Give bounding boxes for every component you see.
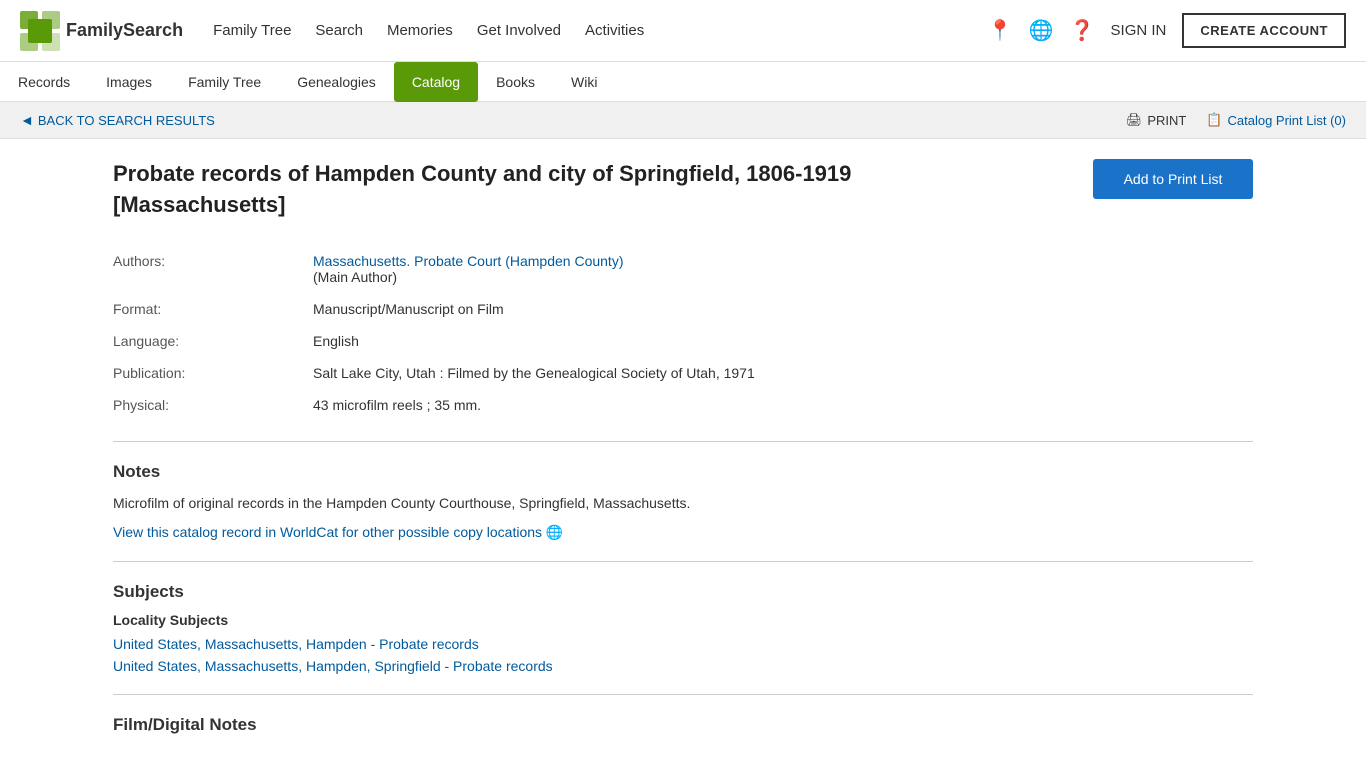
nav-activities[interactable]: Activities [585, 18, 644, 43]
nav-family-tree[interactable]: Family Tree [213, 18, 291, 43]
nav-memories[interactable]: Memories [387, 18, 453, 43]
author-link[interactable]: Massachusetts. Probate Court (Hampden Co… [313, 253, 623, 269]
field-label-authors: Authors: [113, 245, 313, 293]
chevron-left-icon: ◄ [20, 112, 34, 128]
sign-in-link[interactable]: SIGN IN [1111, 22, 1167, 39]
create-account-button[interactable]: CREATE ACCOUNT [1182, 13, 1346, 48]
back-label: BACK TO SEARCH RESULTS [38, 113, 215, 128]
metadata-table: Authors: Massachusetts. Probate Court (H… [113, 245, 1253, 421]
film-section: Film/Digital Notes [113, 715, 1253, 735]
subjects-title: Subjects [113, 582, 1253, 602]
tab-catalog[interactable]: Catalog [394, 62, 478, 102]
divider-1 [113, 441, 1253, 442]
add-to-print-button[interactable]: Add to Print List [1093, 159, 1253, 199]
site-header: FamilySearch Family Tree Search Memories… [0, 0, 1366, 62]
catalog-print-link[interactable]: 📋 Catalog Print List (0) [1206, 112, 1346, 128]
printer-icon: 🖨 [1126, 112, 1143, 128]
nav-search[interactable]: Search [315, 18, 363, 43]
table-row: Format: Manuscript/Manuscript on Film [113, 293, 1253, 325]
table-row: Language: English [113, 325, 1253, 357]
record-title: Probate records of Hampden County and ci… [113, 159, 933, 221]
header-right: 📍 🌐 ❓ SIGN IN CREATE ACCOUNT [988, 13, 1346, 48]
subject-link-1[interactable]: United States, Massachusetts, Hampden - … [113, 636, 1253, 652]
field-label-language: Language: [113, 325, 313, 357]
print-label: PRINT [1147, 113, 1186, 128]
subjects-section: Subjects Locality Subjects United States… [113, 582, 1253, 674]
tab-genealogies[interactable]: Genealogies [279, 62, 394, 102]
nav-get-involved[interactable]: Get Involved [477, 18, 561, 43]
tab-wiki[interactable]: Wiki [553, 62, 615, 102]
secondary-nav: Records Images Family Tree Genealogies C… [0, 62, 1366, 102]
record-header: Probate records of Hampden County and ci… [113, 159, 1253, 221]
table-row: Publication: Salt Lake City, Utah : Film… [113, 357, 1253, 389]
author-role: (Main Author) [313, 269, 397, 285]
notes-section: Notes Microfilm of original records in t… [113, 462, 1253, 541]
locality-subjects-title: Locality Subjects [113, 612, 1253, 628]
list-icon: 📋 [1206, 112, 1222, 128]
field-label-publication: Publication: [113, 357, 313, 389]
divider-3 [113, 694, 1253, 695]
globe-icon[interactable]: 🌐 [1029, 18, 1054, 43]
field-label-physical: Physical: [113, 389, 313, 421]
table-row: Authors: Massachusetts. Probate Court (H… [113, 245, 1253, 293]
notes-title: Notes [113, 462, 1253, 482]
worldcat-link[interactable]: View this catalog record in WorldCat for… [113, 524, 563, 540]
catalog-print-label: Catalog Print List (0) [1228, 113, 1347, 128]
help-icon[interactable]: ❓ [1070, 18, 1095, 43]
logo-link[interactable]: FamilySearch [20, 11, 183, 51]
table-row: Physical: 43 microfilm reels ; 35 mm. [113, 389, 1253, 421]
globe-small-icon: 🌐 [546, 524, 563, 540]
location-icon[interactable]: 📍 [988, 18, 1013, 43]
film-title: Film/Digital Notes [113, 715, 1253, 735]
field-label-format: Format: [113, 293, 313, 325]
worldcat-link-text: View this catalog record in WorldCat for… [113, 524, 542, 540]
subject-link-2[interactable]: United States, Massachusetts, Hampden, S… [113, 658, 1253, 674]
primary-nav: Family Tree Search Memories Get Involved… [213, 18, 988, 43]
tab-images[interactable]: Images [88, 62, 170, 102]
field-value-publication: Salt Lake City, Utah : Filmed by the Gen… [313, 357, 1253, 389]
field-value-format: Manuscript/Manuscript on Film [313, 293, 1253, 325]
tab-records[interactable]: Records [0, 62, 88, 102]
breadcrumb-bar: ◄ BACK TO SEARCH RESULTS 🖨 PRINT 📋 Catal… [0, 102, 1366, 139]
breadcrumb-actions: 🖨 PRINT 📋 Catalog Print List (0) [1126, 112, 1346, 128]
tab-books[interactable]: Books [478, 62, 553, 102]
divider-2 [113, 561, 1253, 562]
field-value-physical: 43 microfilm reels ; 35 mm. [313, 389, 1253, 421]
back-to-search-link[interactable]: ◄ BACK TO SEARCH RESULTS [20, 112, 215, 128]
tab-family-tree[interactable]: Family Tree [170, 62, 279, 102]
logo-icon [20, 11, 60, 51]
notes-content: Microfilm of original records in the Ham… [113, 492, 1253, 514]
print-link[interactable]: 🖨 PRINT [1126, 112, 1187, 128]
field-value-language: English [313, 325, 1253, 357]
field-value-authors: Massachusetts. Probate Court (Hampden Co… [313, 245, 1253, 293]
main-content: Probate records of Hampden County and ci… [93, 139, 1273, 765]
logo-text: FamilySearch [66, 20, 183, 41]
